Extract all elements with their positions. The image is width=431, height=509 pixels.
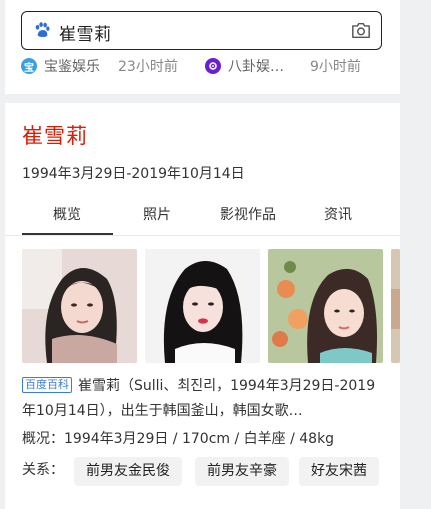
summary: 百度百科 崔雪莉（Sulli、최진리，1994年3月29日-2019年10月14日…: [22, 374, 387, 424]
news-time: 23小时前: [118, 59, 178, 75]
news-source[interactable]: 八卦娱…: [228, 56, 284, 76]
relation-chip[interactable]: 前男友辛豪: [195, 457, 289, 486]
photo-thumbnail[interactable]: [391, 249, 400, 363]
search-card: 崔雪莉 宝 宝鉴娱乐 23小时前 八卦娱… 9小时前: [5, 0, 400, 94]
news-source[interactable]: 宝鉴娱乐: [44, 56, 100, 76]
tab-news[interactable]: 资讯: [324, 204, 352, 224]
tab-photos[interactable]: 照片: [143, 204, 171, 224]
person-name[interactable]: 崔雪莉: [22, 120, 88, 150]
news-time: 9小时前: [310, 59, 361, 75]
relations-label: 关系：: [22, 462, 64, 478]
camera-icon[interactable]: [351, 22, 371, 39]
life-dates: 1994年3月29日-2019年10月14日: [22, 166, 245, 182]
search-box[interactable]: 崔雪莉: [21, 11, 382, 50]
baidu-paw-icon: [35, 22, 50, 38]
overview-line: 概况：1994年3月29日 / 170cm / 白羊座 / 48kg: [22, 431, 335, 447]
page: 崔雪莉 宝 宝鉴娱乐 23小时前 八卦娱… 9小时前 崔雪莉 1994年3月29…: [5, 0, 400, 509]
tab-bar: 概览 照片 影视作品 资讯: [5, 198, 400, 236]
relation-chip[interactable]: 好友宋茜: [299, 457, 379, 486]
news-row: 宝 宝鉴娱乐 23小时前 八卦娱… 9小时前: [21, 56, 382, 76]
photo-thumbnail[interactable]: [22, 249, 137, 363]
photo-thumbnail[interactable]: [145, 249, 260, 363]
summary-text[interactable]: 崔雪莉（Sulli、최진리，1994年3月29日-2019年10月14日），出生…: [22, 378, 375, 419]
source-logo-icon: 宝: [21, 58, 37, 74]
baike-tag: 百度百科: [22, 377, 72, 393]
source-logo-icon: [205, 58, 221, 74]
search-input[interactable]: 崔雪莉: [59, 20, 112, 45]
tab-filmography[interactable]: 影视作品: [220, 204, 276, 224]
knowledge-card: 崔雪莉 1994年3月29日-2019年10月14日 概览 照片 影视作品 资讯: [5, 103, 400, 509]
divider: [5, 235, 400, 236]
photo-thumbnail[interactable]: [268, 249, 383, 363]
relation-chip[interactable]: 前男友金民俊: [74, 457, 182, 486]
tab-overview[interactable]: 概览: [53, 204, 81, 224]
